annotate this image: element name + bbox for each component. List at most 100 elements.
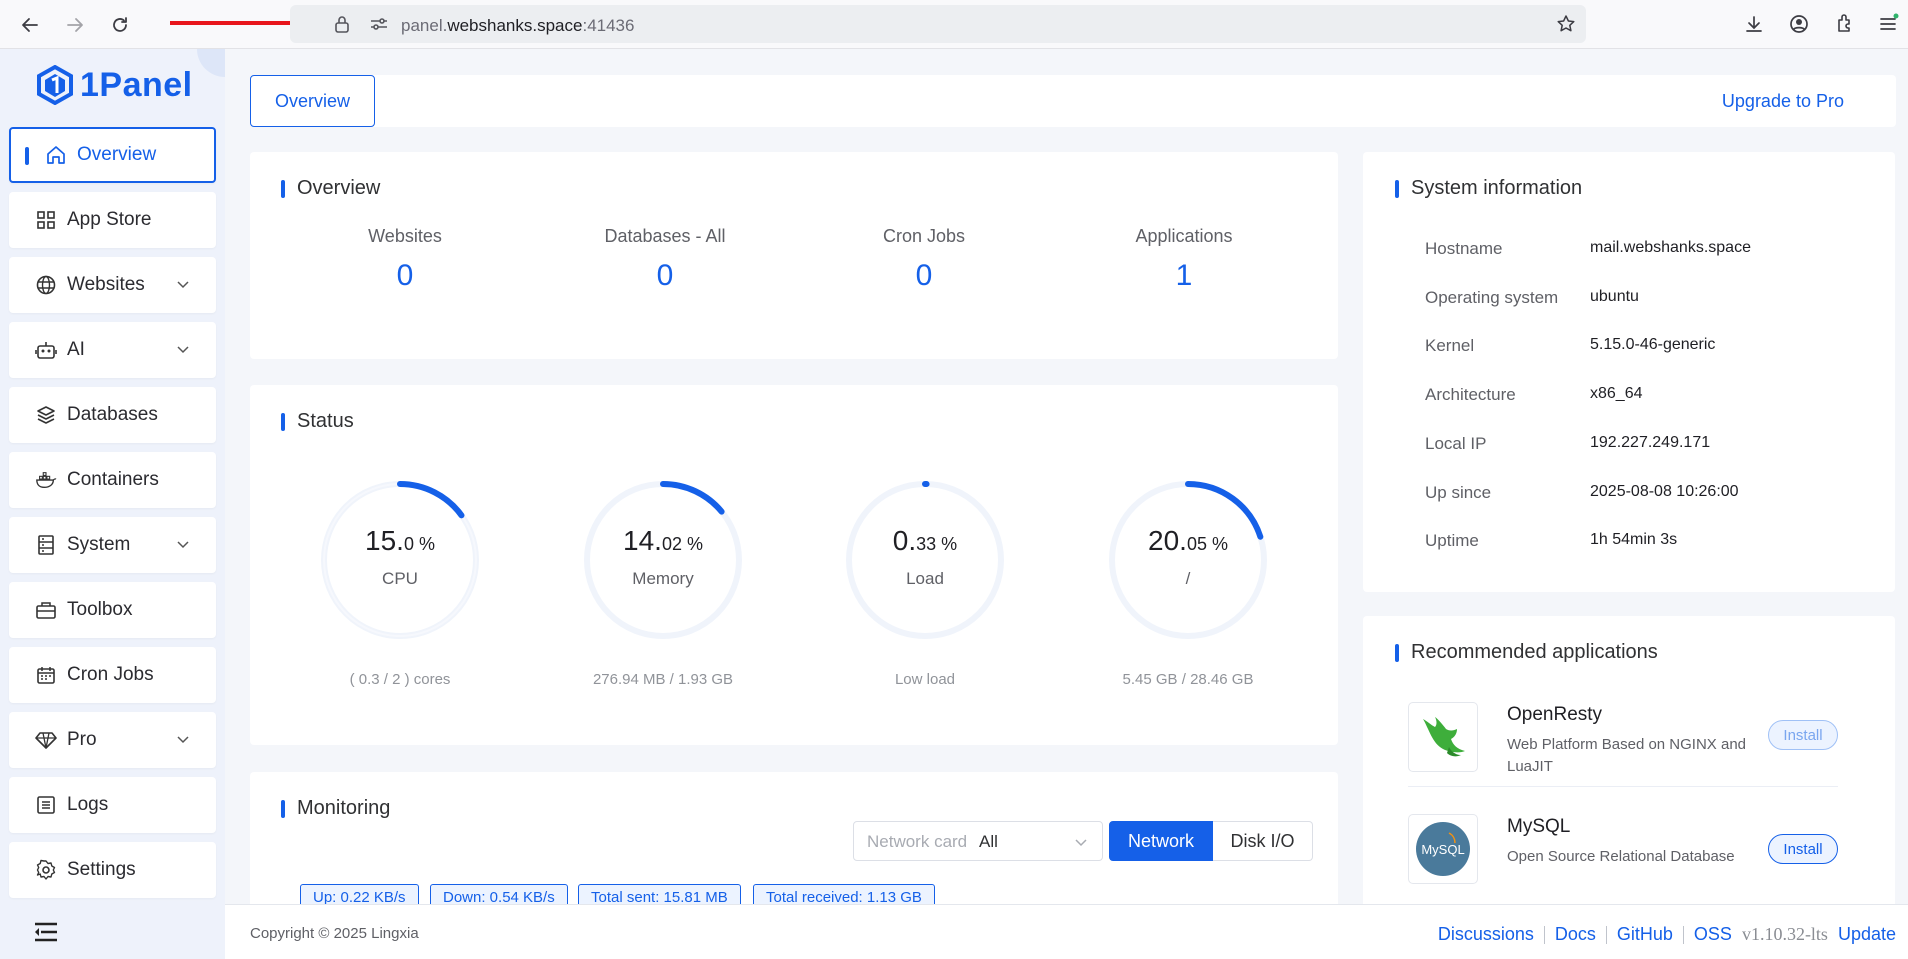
sidebar-item-containers[interactable]: Containers [9,452,216,508]
version-text: v1.10.32-lts [1741,924,1828,944]
monitoring-title: Monitoring [281,797,390,820]
install-openresty-button[interactable]: Install [1768,720,1838,750]
gauge-arc [660,481,725,515]
sidebar-item-websites[interactable]: Websites [9,257,216,313]
chevron-down-icon [177,346,189,354]
account-icon[interactable] [1789,14,1809,34]
overview-databases[interactable]: Databases - All 0 [565,226,765,293]
address-bar[interactable]: panel.webshanks.space:41436 [290,5,1586,43]
tab-overview[interactable]: Overview [250,75,375,127]
overview-value: 0 [396,259,414,292]
lock-icon[interactable] [334,15,350,33]
network-toggle-button[interactable]: Network [1109,821,1213,861]
system-info-key: Uptime [1425,531,1479,550]
sidebar-menu: Overview App Store Websites AI Databases… [9,127,216,907]
sidebar-item-label: System [67,534,131,555]
server-icon [35,534,57,556]
sidebar-item-label: Pro [67,729,97,750]
site-settings-icon[interactable] [370,16,388,32]
sidebar-item-logs[interactable]: Logs [9,777,216,833]
overview-value: 0 [656,259,674,292]
footer: Copyright © 2025 Lingxia Discussions Doc… [225,904,1908,959]
update-link[interactable]: Update [1838,924,1896,945]
sidebar-item-label: App Store [67,209,152,230]
sidebar: 1Panel Overview App Store Websites AI Da… [0,49,225,959]
sidebar-item-system[interactable]: System [9,517,216,573]
gauge-disk[interactable]: 20.05 % / 5.45 GB / 28.46 GB [1103,475,1273,688]
status-card: Status 15.0 % CPU ( 0.3 / 2 ) cores 14.0… [250,385,1338,745]
grid-icon [35,209,57,231]
download-icon[interactable] [1744,14,1764,34]
select-value: All [979,832,998,851]
system-info-title: System information [1395,177,1582,200]
reload-button[interactable] [107,12,133,38]
system-info-value: x86_64 [1590,385,1643,402]
sidebar-item-pro[interactable]: Pro [9,712,216,768]
sidebar-item-label: Settings [67,859,136,880]
gear-icon [35,859,57,881]
chevron-down-icon [177,736,189,744]
overview-applications[interactable]: Applications 1 [1084,226,1284,293]
chevron-down-icon [177,541,189,549]
disk-io-toggle-button[interactable]: Disk I/O [1213,821,1313,861]
overview-cron-jobs[interactable]: Cron Jobs 0 [824,226,1024,293]
back-button[interactable] [17,12,43,38]
tab-bar: Overview Upgrade to Pro [250,75,1896,127]
sidebar-item-label: Logs [67,794,109,815]
gauge-label: CPU [382,569,418,588]
browser-toolbar: panel.webshanks.space:41436 [0,0,1908,49]
system-info-value: 2025-08-08 10:26:00 [1590,483,1739,500]
gauge-subtext: 5.45 GB / 28.46 GB [1122,671,1254,688]
gauge-load[interactable]: 0.33 % Load Low load [840,475,1010,688]
logo-text: 1Panel [80,65,193,104]
network-card-select[interactable]: Network card All [853,821,1103,861]
system-info-key: Up since [1425,483,1492,502]
menu-icon[interactable] [1878,13,1900,35]
logo[interactable]: 1Panel [36,65,193,105]
gauge-value: 20.05 % [1148,525,1228,556]
forward-button[interactable] [62,12,88,38]
recommended-apps-card: Recommended applications OpenResty Web P… [1363,616,1895,916]
overview-value: 0 [915,259,933,292]
bookmark-star-icon[interactable] [1556,14,1576,34]
robot-icon [35,339,57,361]
gauge-cpu[interactable]: 15.0 % CPU ( 0.3 / 2 ) cores [315,475,485,688]
install-mysql-button[interactable]: Install [1768,834,1838,864]
gauge-value: 15.0 % [365,525,435,556]
system-info-key: Operating system [1425,288,1559,307]
sidebar-decoration [197,49,225,77]
docs-link[interactable]: Docs [1555,924,1596,945]
sidebar-item-ai[interactable]: AI [9,322,216,378]
gauge-value: 14.02 % [623,525,703,556]
overview-title: Overview [281,177,380,200]
monitoring-card: Monitoring Network card All Network Disk… [250,772,1338,912]
globe-icon [35,274,57,296]
gauge-value: 0.33 % [892,525,958,556]
upgrade-to-pro-link[interactable]: Upgrade to Pro [1722,91,1844,112]
app-description: Open Source Relational Database [1507,848,1735,865]
sidebar-item-label: Websites [67,274,145,295]
sidebar-item-toolbox[interactable]: Toolbox [9,582,216,638]
overview-label: Applications [1135,226,1233,246]
sidebar-item-cron-jobs[interactable]: Cron Jobs [9,647,216,703]
system-info-key: Architecture [1425,385,1516,404]
github-link[interactable]: GitHub [1617,924,1673,945]
openresty-logo [1408,702,1478,772]
sidebar-item-settings[interactable]: Settings [9,842,216,898]
system-info-value: mail.webshanks.space [1590,239,1751,256]
collapse-menu-icon[interactable] [33,921,59,943]
discussions-link[interactable]: Discussions [1438,924,1534,945]
sidebar-item-overview[interactable]: Overview [9,127,216,183]
system-info-card: System information Hostname mail.webshan… [1363,152,1895,592]
sidebar-item-databases[interactable]: Databases [9,387,216,443]
gauge-memory[interactable]: 14.02 % Memory 276.94 MB / 1.93 GB [578,475,748,688]
oss-link[interactable]: OSS [1694,924,1732,945]
sidebar-item-label: Toolbox [67,599,133,620]
extensions-icon[interactable] [1835,13,1855,33]
system-info-value: 192.227.249.171 [1590,434,1711,451]
overview-websites[interactable]: Websites 0 [305,226,505,293]
system-info-value: 1h 54min 3s [1590,531,1678,548]
gauge-ring [584,481,742,639]
gauge-ring [1109,481,1267,639]
sidebar-item-app-store[interactable]: App Store [9,192,216,248]
